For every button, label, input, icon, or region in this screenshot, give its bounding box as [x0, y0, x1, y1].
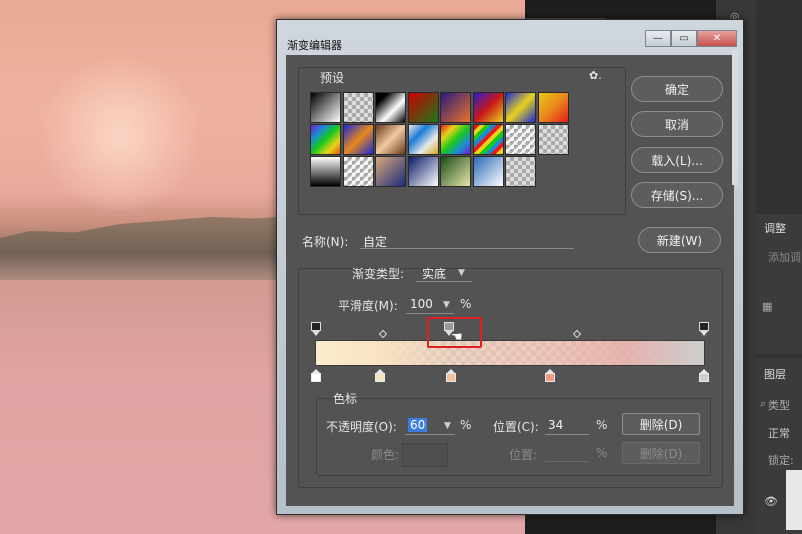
opacity-stop-end[interactable] [699, 322, 709, 336]
color-stop-3[interactable] [446, 369, 456, 382]
gradient-type-chevron-down-icon[interactable]: ▼ [458, 268, 465, 278]
preset-swatch[interactable] [505, 92, 536, 123]
color-stop-5[interactable] [699, 369, 709, 382]
window-buttons: — ▭ ✕ [645, 30, 737, 48]
sun-glow [30, 60, 210, 210]
name-label: 名称(N): [302, 235, 349, 249]
preset-swatch[interactable] [310, 124, 341, 155]
stops-group-label: 色标 [333, 392, 358, 406]
color-position-label: 位置: [509, 448, 538, 462]
ok-button[interactable]: 确定 [631, 76, 723, 102]
minimize-icon[interactable]: — [645, 30, 671, 47]
color-stop-2[interactable] [375, 369, 385, 382]
color-stop-1[interactable] [311, 369, 321, 382]
preset-swatch[interactable] [505, 124, 536, 155]
preset-swatch[interactable] [375, 92, 406, 123]
gradient-type-label: 渐变类型: [352, 267, 405, 281]
grid-icon[interactable]: ▦ [762, 300, 772, 313]
new-button[interactable]: 新建(W) [638, 227, 721, 253]
preset-swatch[interactable] [440, 156, 471, 187]
smoothness-chevron-down-icon[interactable]: ▼ [443, 300, 450, 310]
opacity-underline [405, 434, 455, 435]
stops-group [316, 398, 711, 476]
preset-swatch[interactable] [310, 92, 341, 123]
preset-swatch[interactable] [407, 124, 439, 155]
preset-swatch[interactable] [310, 156, 341, 187]
delete-color-stop-button: 删除(D) [622, 442, 700, 464]
gradient-preview-bar[interactable] [315, 340, 705, 366]
gradient-type-underline [416, 281, 472, 282]
maximize-icon[interactable]: ▭ [671, 30, 697, 47]
presets-label: 预设 [320, 71, 345, 85]
adjust-hint: 添加调 [768, 251, 801, 264]
dialog-title: 渐变编辑器 [287, 39, 342, 52]
smoothness-underline [406, 313, 454, 314]
preset-swatch[interactable] [375, 124, 406, 155]
smoothness-unit: % [460, 297, 472, 311]
preset-swatch[interactable] [472, 156, 504, 187]
opacity-chevron-down-icon[interactable]: ▼ [444, 421, 451, 431]
color-label: 颜色: [371, 448, 400, 462]
position-unit: % [596, 418, 608, 432]
save-button[interactable]: 存储(S)... [631, 182, 723, 208]
tab-layers[interactable]: 图层 [764, 366, 786, 382]
layer-search[interactable]: 类型 [768, 397, 790, 413]
opacity-input[interactable]: 60 [408, 418, 428, 432]
preset-swatch[interactable] [407, 92, 439, 123]
name-input-underline [360, 248, 574, 249]
dialog-scrollbar[interactable] [732, 50, 738, 185]
position-input[interactable]: 34 [548, 418, 563, 432]
hand-cursor-icon: ☚ [451, 330, 463, 345]
lock-label: 锁定: [768, 454, 794, 467]
color-swatch-box [402, 443, 448, 467]
color-position-unit: % [596, 446, 608, 460]
gradient-type-select[interactable]: 实底 [422, 265, 446, 282]
preset-swatch[interactable] [342, 92, 374, 123]
preset-swatch[interactable] [440, 124, 471, 155]
cancel-button[interactable]: 取消 [631, 111, 723, 137]
preset-swatch[interactable] [375, 156, 406, 187]
presets-gear-icon[interactable]: ✿. [589, 69, 602, 82]
layer-thumbnail[interactable] [786, 470, 802, 530]
eye-icon[interactable]: 👁 [764, 495, 778, 508]
close-icon[interactable]: ✕ [697, 30, 737, 47]
tab-adjust[interactable]: 调整 [764, 220, 786, 236]
preset-swatch[interactable] [407, 156, 439, 187]
position-underline [545, 434, 589, 435]
preset-swatch[interactable] [505, 156, 536, 187]
position-label: 位置(C): [493, 420, 539, 434]
preset-swatch[interactable] [440, 92, 471, 123]
preset-swatch[interactable] [472, 92, 504, 123]
load-button[interactable]: 载入(L)... [631, 147, 723, 173]
treeline [0, 215, 300, 280]
gradient-fill [316, 341, 704, 365]
delete-opacity-stop-button[interactable]: 删除(D) [622, 413, 700, 435]
smoothness-label: 平滑度(M): [338, 299, 398, 313]
color-stop-4[interactable] [545, 369, 555, 382]
color-position-underline [545, 461, 589, 462]
preset-swatch[interactable] [342, 124, 374, 155]
preset-swatch[interactable] [342, 156, 374, 187]
opacity-label: 不透明度(O): [326, 420, 397, 434]
smoothness-input[interactable]: 100 [410, 297, 433, 311]
preset-swatch[interactable] [472, 124, 504, 155]
preset-swatch[interactable] [537, 124, 569, 155]
search-icon: ⌕ [760, 397, 767, 410]
opacity-unit: % [460, 418, 472, 432]
preset-swatch[interactable] [537, 92, 569, 123]
blend-mode[interactable]: 正常 [768, 425, 790, 441]
opacity-stop-start[interactable] [311, 322, 321, 336]
